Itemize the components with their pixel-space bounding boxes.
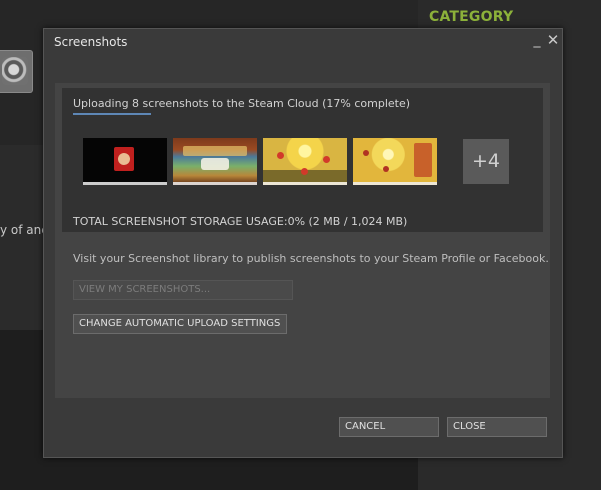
dialog-title: Screenshots	[54, 35, 128, 49]
thumbnail-detail	[323, 156, 330, 163]
screenshot-thumbnail[interactable]	[173, 138, 257, 185]
thumbnail-detail	[383, 166, 389, 172]
cancel-button[interactable]: CANCEL	[339, 417, 439, 437]
screenshot-thumbnail[interactable]	[263, 138, 347, 185]
thumbnail-detail	[414, 143, 432, 177]
thumbnail-strip	[263, 182, 347, 185]
upload-status-box: Uploading 8 screenshots to the Steam Clo…	[62, 88, 543, 232]
thumbnail-detail	[201, 158, 229, 170]
screenshots-dialog: Screenshots _ ✕ Uploading 8 screenshots …	[43, 28, 563, 458]
screenshot-thumbnail[interactable]	[83, 138, 167, 185]
thumbnail-detail	[301, 168, 308, 175]
thumbnail-strip	[173, 182, 257, 185]
more-screenshots-tile[interactable]: +4	[463, 139, 509, 184]
avatar[interactable]	[0, 50, 33, 93]
change-upload-settings-button[interactable]: CHANGE AUTOMATIC UPLOAD SETTINGS	[73, 314, 287, 334]
dialog-panel: Uploading 8 screenshots to the Steam Clo…	[55, 83, 550, 398]
minimize-icon[interactable]: _	[530, 31, 544, 49]
game-logo-icon	[114, 147, 134, 171]
category-heading: CATEGORY	[429, 9, 514, 25]
upload-status-text: Uploading 8 screenshots to the Steam Clo…	[73, 97, 411, 110]
upload-progress-fill	[73, 113, 152, 115]
thumbnail-detail	[363, 150, 369, 156]
view-screenshots-button: VIEW MY SCREENSHOTS...	[73, 280, 293, 300]
thumbnail-detail	[277, 152, 284, 159]
close-icon[interactable]: ✕	[546, 31, 560, 49]
library-info-text: Visit your Screenshot library to publish…	[73, 252, 549, 265]
thumbnail-detail	[183, 146, 247, 156]
screenshot-thumbnail[interactable]	[353, 138, 437, 185]
avatar-image	[2, 57, 28, 85]
thumbnail-strip	[83, 182, 167, 185]
upload-progress-bar	[73, 113, 533, 115]
thumbnail-strip	[353, 182, 437, 185]
close-button[interactable]: CLOSE	[447, 417, 547, 437]
storage-usage-text: TOTAL SCREENSHOT STORAGE USAGE:0% (2 MB …	[73, 215, 408, 228]
